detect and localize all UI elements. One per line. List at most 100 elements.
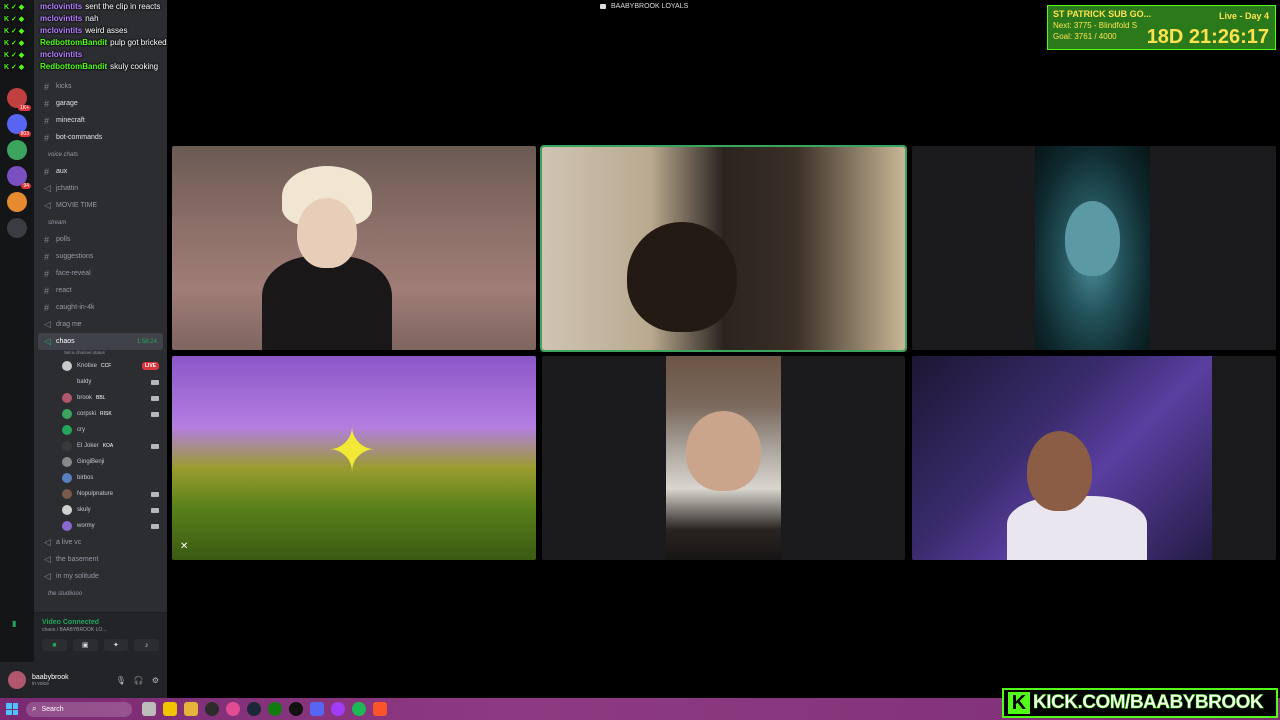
voice-user[interactable]: cry bbox=[34, 422, 167, 438]
brave-icon[interactable] bbox=[373, 702, 387, 716]
channel-item[interactable]: # kicks bbox=[34, 78, 167, 95]
hash-icon: # bbox=[44, 251, 50, 262]
messenger-icon[interactable] bbox=[331, 702, 345, 716]
voice-user-name: Nopulpnature bbox=[77, 491, 114, 497]
channel-item[interactable]: # bot-commands bbox=[34, 129, 167, 146]
server-icon[interactable]: 1K+ bbox=[7, 88, 31, 111]
user-info[interactable]: baabybrook in voice bbox=[32, 674, 69, 687]
chat-username[interactable]: RedbottomBandit bbox=[40, 38, 107, 47]
chat-username[interactable]: mclovintits bbox=[40, 26, 82, 35]
voice-user[interactable]: wormy bbox=[34, 518, 167, 534]
speaker-icon: ◁ bbox=[44, 200, 51, 210]
voice-channel-item[interactable]: ◁ the basement bbox=[34, 551, 167, 568]
camera-icon bbox=[151, 507, 159, 513]
windows-start-icon[interactable] bbox=[6, 703, 18, 715]
server-tag: RISK bbox=[100, 411, 112, 417]
avatar bbox=[62, 409, 72, 419]
camera-icon bbox=[151, 379, 159, 385]
search-icon: ⌕ bbox=[32, 704, 37, 713]
voice-channel-item[interactable]: ◁ jchattin bbox=[34, 180, 167, 197]
unread-badge: 803 bbox=[18, 131, 31, 137]
voice-user[interactable]: GingiBenji bbox=[34, 454, 167, 470]
screen-share-button[interactable]: ▣ bbox=[72, 639, 98, 651]
tiktok-icon[interactable] bbox=[289, 702, 303, 716]
video-tile[interactable] bbox=[912, 356, 1276, 560]
avatar bbox=[62, 505, 72, 515]
channel-status[interactable]: Set a channel status bbox=[34, 350, 167, 358]
camera-icon bbox=[151, 523, 159, 529]
server-icon[interactable] bbox=[7, 140, 27, 160]
soundboard-button[interactable]: ♪ bbox=[134, 639, 159, 651]
channel-item[interactable]: # garage bbox=[34, 95, 167, 112]
chat-username[interactable]: mclovintits bbox=[40, 50, 82, 59]
voice-user-name: cry bbox=[77, 427, 85, 433]
category-studio[interactable]: the studiiooo bbox=[34, 585, 167, 602]
channel-item[interactable]: # minecraft bbox=[34, 112, 167, 129]
voice-user[interactable]: birbos bbox=[34, 470, 167, 486]
voice-channel-item[interactable]: ◁ in my solitude bbox=[34, 568, 167, 585]
speaker-icon: ◁ bbox=[44, 537, 51, 547]
category-stream[interactable]: stream bbox=[34, 214, 167, 231]
voice-channel-item[interactable]: ◁ MOVIE TIME bbox=[34, 197, 167, 214]
voice-user[interactable]: brook BBL bbox=[34, 390, 167, 406]
activities-button[interactable]: ✦ bbox=[103, 639, 129, 651]
avatar[interactable] bbox=[8, 671, 26, 689]
obs-icon[interactable] bbox=[205, 702, 219, 716]
voice-user[interactable]: corpski RISK bbox=[34, 406, 167, 422]
unread-badge: 1K+ bbox=[17, 105, 31, 111]
voice-status-title[interactable]: Video Connected bbox=[42, 619, 159, 626]
discord-icon[interactable] bbox=[310, 702, 324, 716]
voice-user-name: Knotixe bbox=[77, 363, 98, 369]
voice-user[interactable]: skuly bbox=[34, 502, 167, 518]
voice-user[interactable]: baldy bbox=[34, 374, 167, 390]
channel-item[interactable]: # face-reveal bbox=[34, 265, 167, 282]
signal-icon: ▮ bbox=[12, 619, 17, 628]
xbox-icon[interactable] bbox=[268, 702, 282, 716]
channel-item[interactable]: # caught-in-4k bbox=[34, 299, 167, 316]
voice-user[interactable]: Knotixe CCF LIVE bbox=[34, 358, 167, 374]
chat-username[interactable]: mclovintits bbox=[40, 14, 82, 23]
camera-button[interactable]: ■ bbox=[42, 639, 67, 651]
server-icon[interactable]: 803 bbox=[7, 114, 31, 137]
video-tile-speaking[interactable] bbox=[540, 145, 907, 352]
avatar bbox=[62, 457, 72, 467]
headphones-icon[interactable]: 🎧 bbox=[134, 676, 144, 685]
explore-icon[interactable] bbox=[7, 218, 27, 238]
category-voice-chats[interactable]: voice chats bbox=[34, 146, 167, 163]
voice-user[interactable]: El Joker KOA bbox=[34, 438, 167, 454]
gear-icon[interactable]: ⚙ bbox=[152, 676, 159, 685]
subathon-timer: 18D 21:26:17 bbox=[1146, 26, 1269, 48]
steam-icon[interactable] bbox=[247, 702, 261, 716]
server-tag: KOA bbox=[102, 443, 114, 449]
channel-label: suggestions bbox=[56, 253, 94, 260]
sticky-notes-icon[interactable] bbox=[163, 702, 177, 716]
active-voice-channel[interactable]: ◁ chaos 1:58:24 bbox=[38, 333, 163, 350]
video-tile[interactable] bbox=[542, 356, 905, 560]
microphone-icon[interactable]: 🎙 bbox=[116, 676, 126, 685]
muted-icon: ✕ bbox=[180, 541, 189, 552]
voice-channel-item[interactable]: ◁ drag me bbox=[34, 316, 167, 333]
add-server-icon[interactable] bbox=[7, 192, 27, 212]
chat-username[interactable]: mclovintits bbox=[40, 2, 82, 11]
task-view-icon[interactable] bbox=[142, 702, 156, 716]
voice-channel-item[interactable]: ◁ a live vc bbox=[34, 534, 167, 551]
video-tile-screenshare[interactable]: ✦ ✕ bbox=[172, 356, 536, 560]
channel-item[interactable]: # suggestions bbox=[34, 248, 167, 265]
video-tile[interactable] bbox=[912, 146, 1276, 350]
voice-user[interactable]: Nopulpnature bbox=[34, 486, 167, 502]
channel-item[interactable]: # polls bbox=[34, 231, 167, 248]
unread-badge: 94 bbox=[21, 183, 31, 189]
channel-item[interactable]: # aux bbox=[34, 163, 167, 180]
chat-username[interactable]: RedbottomBandit bbox=[40, 62, 107, 71]
search-input[interactable]: ⌕ Search bbox=[26, 701, 132, 717]
channel-label: MOVIE TIME bbox=[56, 202, 98, 209]
channel-item[interactable]: # react bbox=[34, 282, 167, 299]
app-icon[interactable] bbox=[226, 702, 240, 716]
category-label: voice chats bbox=[48, 151, 79, 158]
avatar bbox=[62, 441, 72, 451]
voice-user-name: wormy bbox=[77, 523, 95, 529]
video-tile-brook[interactable] bbox=[172, 146, 536, 350]
server-icon[interactable]: 94 bbox=[7, 166, 31, 189]
file-explorer-icon[interactable] bbox=[184, 702, 198, 716]
spotify-icon[interactable] bbox=[352, 702, 366, 716]
